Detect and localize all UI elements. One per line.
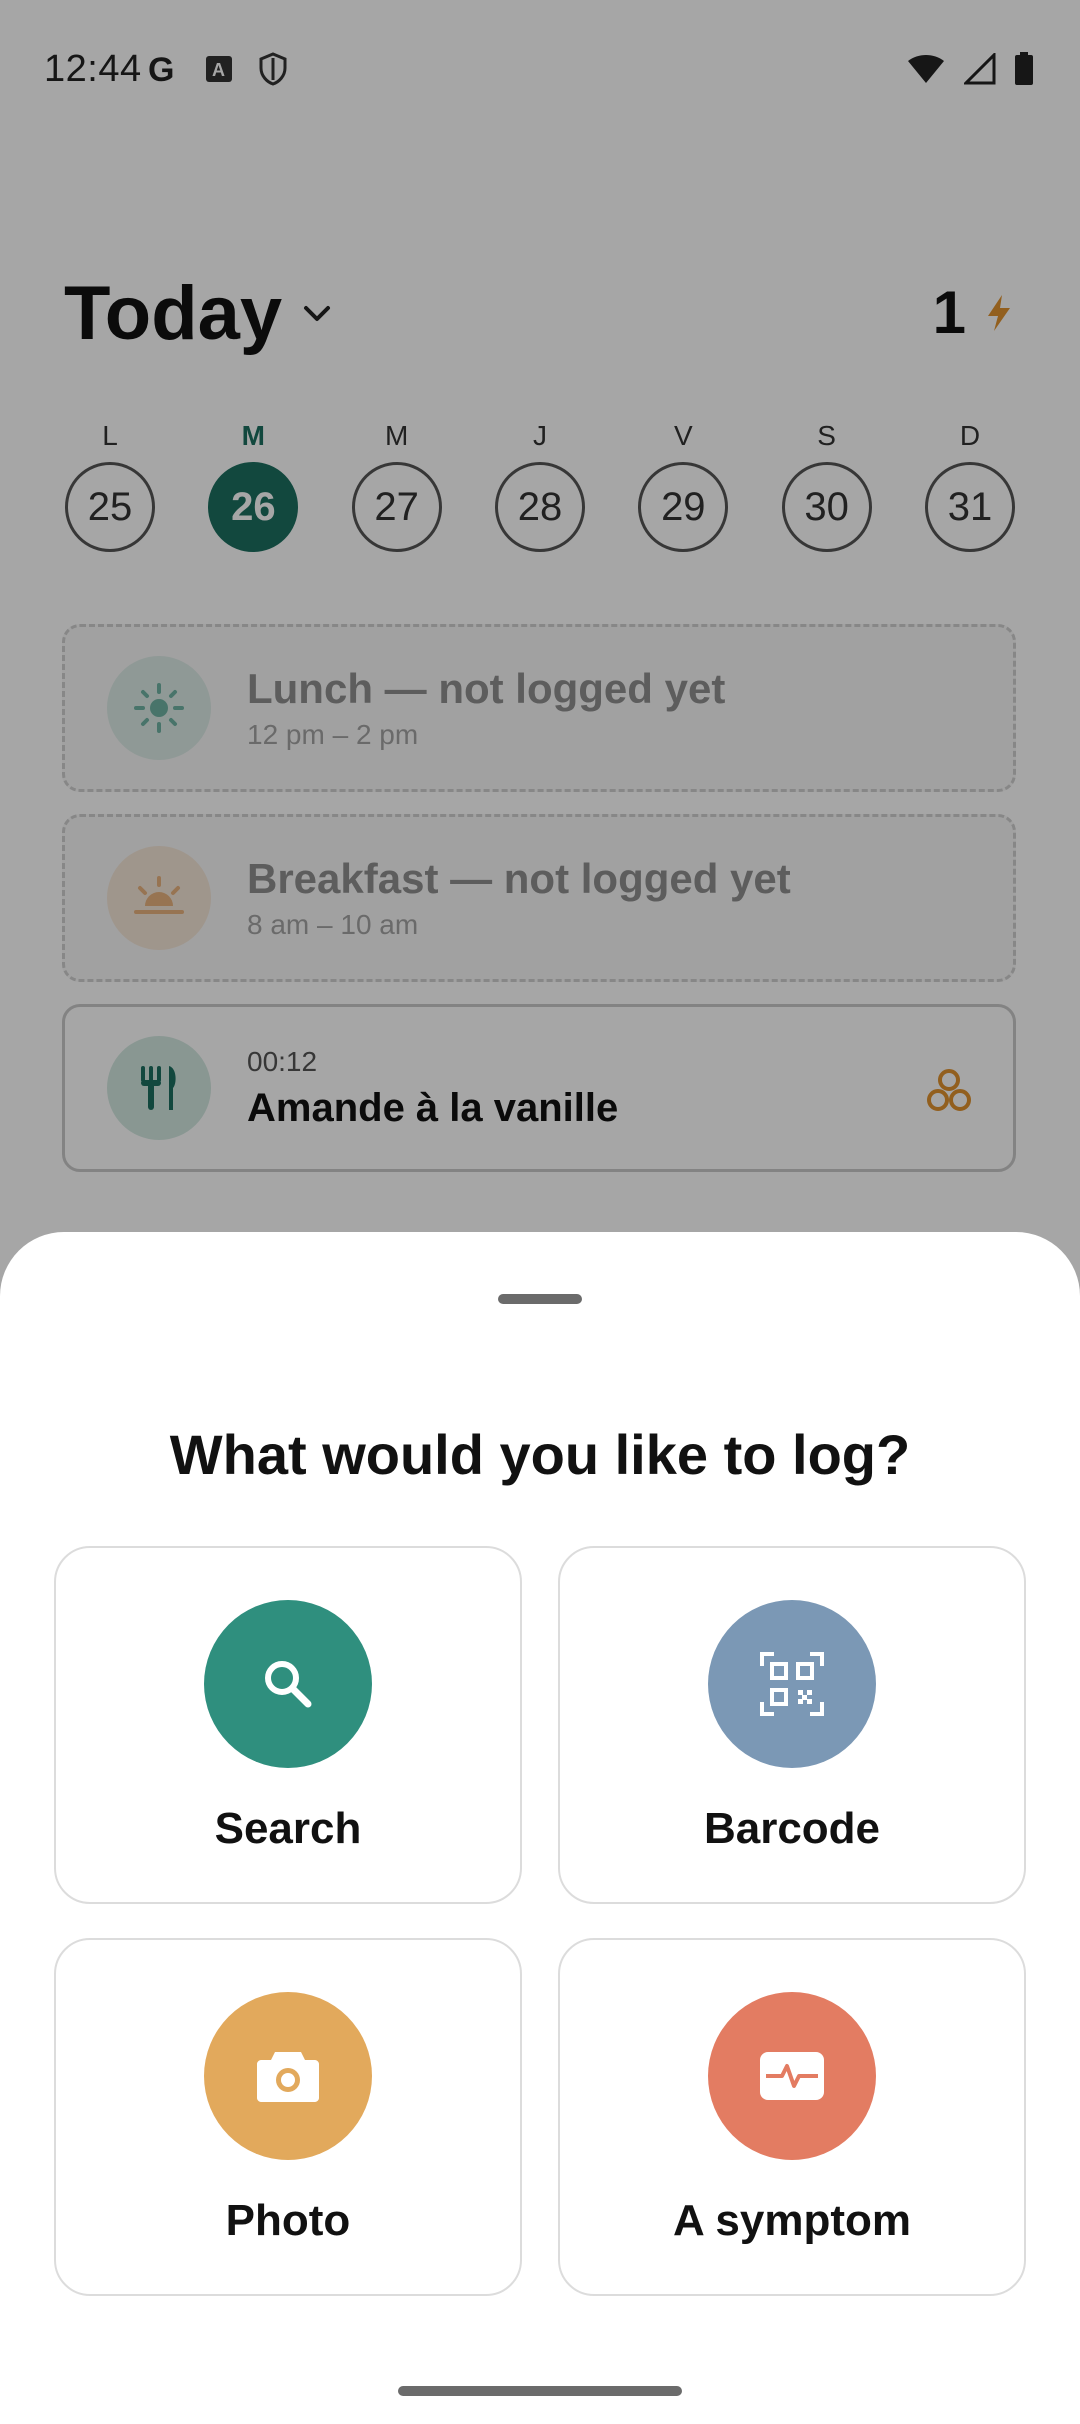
option-circle [708, 1600, 876, 1768]
home-indicator[interactable] [398, 2386, 682, 2396]
option-circle [204, 1600, 372, 1768]
barcode-option-button[interactable]: Barcode [558, 1546, 1026, 1904]
search-icon [265, 1661, 312, 1708]
symptom-option-button[interactable]: A symptom [558, 1938, 1026, 2296]
option-label: Search [214, 1804, 362, 1853]
qr-code-icon [760, 1652, 824, 1716]
search-option-button[interactable]: Search [54, 1546, 522, 1904]
sheet-title: What would you like to log? [169, 1423, 911, 1486]
option-label: Photo [225, 2196, 351, 2245]
camera-icon [257, 2052, 319, 2102]
option-circle [708, 1992, 876, 2160]
option-circle [204, 1992, 372, 2160]
drag-handle[interactable] [498, 1294, 582, 1304]
log-bottom-sheet: What would you like to log? Search Barco… [0, 1232, 1080, 2424]
photo-option-button[interactable]: Photo [54, 1938, 522, 2296]
pulse-icon [760, 2052, 824, 2100]
option-label: Barcode [703, 1804, 881, 1853]
option-label: A symptom [673, 2196, 911, 2245]
log-options-grid: Search Barcode Photo A symptom [54, 1546, 1026, 2296]
